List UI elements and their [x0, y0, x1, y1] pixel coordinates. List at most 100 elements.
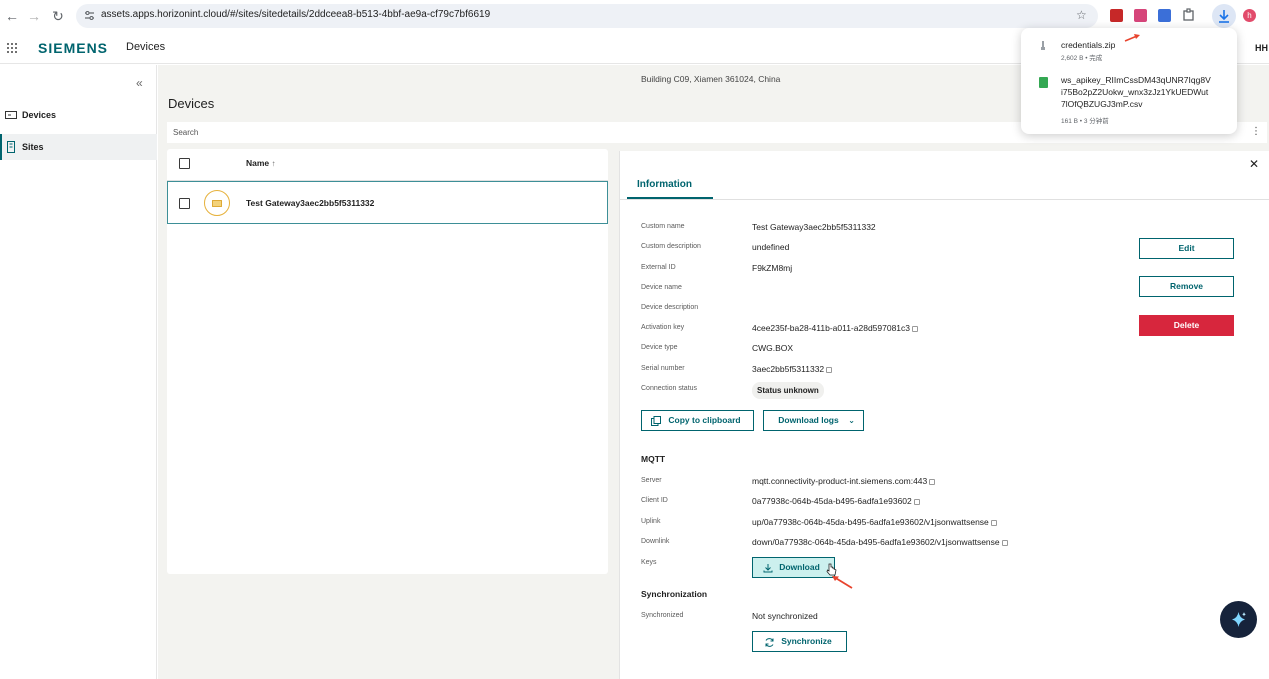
client-id-value: 0a77938c-064b-45da-b495-6adfa1e93602: [752, 496, 920, 506]
external-id-value: F9kZM8mj: [752, 263, 793, 273]
copy-icon[interactable]: [912, 326, 919, 332]
field-label: Device type: [641, 344, 678, 351]
mqtt-server-text: mqtt.connectivity-product-int.siemens.co…: [752, 476, 928, 486]
device-type-value: CWG.BOX: [752, 343, 794, 353]
copy-icon[interactable]: [913, 499, 920, 505]
field-label: Server: [641, 477, 662, 484]
field-label: Keys: [641, 559, 657, 566]
download-keys-button[interactable]: Download: [752, 557, 835, 578]
download-item-name[interactable]: ws_apikey_RIImCssDM43qUNR7Iqg8Vi75Bo2pZ2…: [1061, 74, 1211, 110]
active-indicator: [0, 134, 2, 160]
annotation-arrow-icon: [1124, 33, 1142, 43]
chevron-down-icon: ⌄: [848, 416, 855, 425]
ai-assistant-button[interactable]: [1220, 601, 1257, 638]
serial-number-value: 3aec2bb5f5311332: [752, 364, 833, 374]
sparkle-icon: [1232, 612, 1246, 627]
column-header-name[interactable]: Name ↑: [246, 158, 276, 168]
search-placeholder: Search: [173, 128, 199, 137]
zip-file-icon: [1040, 41, 1046, 51]
synchronize-label: Synchronize: [781, 636, 832, 646]
profile-avatar[interactable]: h: [1243, 9, 1256, 22]
app-title: Devices: [126, 41, 166, 53]
app-launcher-icon[interactable]: [6, 42, 18, 54]
field-label: Activation key: [641, 324, 685, 331]
copy-icon: [651, 416, 661, 426]
field-label: Downlink: [641, 538, 670, 545]
field-label: Synchronized: [641, 612, 684, 619]
field-label: Custom name: [641, 223, 685, 230]
annotation-arrow-icon: [830, 574, 854, 590]
siemens-logo: SIEMENS: [38, 40, 109, 56]
synchronize-button[interactable]: Synchronize: [752, 631, 847, 652]
copy-icon[interactable]: [990, 520, 997, 526]
edit-button[interactable]: Edit: [1139, 238, 1234, 259]
select-all-checkbox[interactable]: [179, 158, 190, 169]
download-item-name[interactable]: credentials.zip: [1061, 39, 1115, 51]
tab-divider: [620, 199, 1269, 200]
forward-icon[interactable]: →: [26, 8, 42, 24]
tab-information[interactable]: Information: [637, 179, 692, 190]
sync-section-title: Synchronization: [641, 589, 708, 599]
device-name[interactable]: Test Gateway3aec2bb5f5311332: [246, 198, 374, 208]
status-badge: Status unknown: [752, 382, 824, 399]
tab-underline: [627, 197, 713, 199]
field-label: Connection status: [641, 385, 698, 392]
table-row[interactable]: [167, 181, 608, 224]
serial-number-text: 3aec2bb5f5311332: [752, 364, 825, 374]
sort-icon[interactable]: ↑: [272, 159, 276, 168]
copy-label: Copy to clipboard: [668, 415, 741, 425]
bookmark-star-icon[interactable]: ☆: [1076, 8, 1087, 22]
collapse-sidebar-icon[interactable]: «: [136, 76, 143, 90]
translate-extension-icon[interactable]: [1158, 9, 1171, 22]
copy-to-clipboard-button[interactable]: Copy to clipboard: [641, 410, 754, 431]
close-icon[interactable]: ✕: [1249, 157, 1259, 171]
field-label: Client ID: [641, 497, 668, 504]
user-initials[interactable]: HH: [1255, 43, 1268, 53]
remove-button[interactable]: Remove: [1139, 276, 1234, 297]
gateway-device-icon: [204, 190, 230, 216]
extension-pink-icon[interactable]: [1134, 9, 1147, 22]
reload-icon[interactable]: ↻: [50, 8, 66, 24]
extension-red-icon[interactable]: [1110, 9, 1123, 22]
downloads-button[interactable]: [1212, 4, 1236, 28]
row-checkbox[interactable]: [179, 198, 190, 209]
activation-key-value: 4cee235f-ba28-411b-a011-a28d597081c3: [752, 323, 919, 333]
device-icon: [5, 111, 17, 119]
mqtt-section-title: MQTT: [641, 454, 666, 464]
download-label: Download: [779, 562, 820, 572]
sync-status-value: Not synchronized: [752, 611, 818, 621]
page-title: Devices: [168, 96, 215, 111]
download-arrow-icon: [1219, 10, 1229, 23]
field-label: Device description: [641, 304, 699, 311]
download-item-meta: 161 B • 3 分钟前: [1061, 118, 1109, 125]
client-id-text: 0a77938c-064b-45da-b495-6adfa1e93602: [752, 496, 912, 506]
downlink-text: down/0a77938c-064b-45da-b495-6adfa1e9360…: [752, 537, 1000, 547]
back-icon[interactable]: ←: [4, 8, 20, 24]
extensions-puzzle-icon[interactable]: [1182, 8, 1196, 22]
sidebar-item-label: Devices: [22, 110, 57, 120]
download-logs-label: Download logs: [778, 415, 839, 425]
custom-name-value: Test Gateway3aec2bb5f5311332: [752, 222, 876, 232]
uplink-value: up/0a77938c-064b-45da-b495-6adfa1e93602/…: [752, 517, 997, 527]
copy-icon[interactable]: [826, 367, 833, 373]
copy-icon[interactable]: [929, 479, 936, 485]
delete-button[interactable]: Delete: [1139, 315, 1234, 336]
building-icon: [7, 141, 15, 153]
copy-icon[interactable]: [1001, 540, 1008, 546]
mqtt-server-value: mqtt.connectivity-product-int.siemens.co…: [752, 476, 936, 486]
sync-icon: [765, 638, 774, 647]
downlink-value: down/0a77938c-064b-45da-b495-6adfa1e9360…: [752, 537, 1008, 547]
url-text[interactable]: assets.apps.horizonint.cloud/#/sites/sit…: [101, 9, 490, 20]
more-options-icon[interactable]: ⋮: [1251, 126, 1261, 137]
download-icon: [763, 564, 773, 573]
column-name-label: Name: [246, 158, 270, 168]
custom-description-value: undefined: [752, 242, 790, 252]
field-label: Custom description: [641, 243, 701, 250]
csv-file-icon: [1039, 77, 1048, 88]
field-label: External ID: [641, 264, 676, 271]
download-logs-button[interactable]: Download logs ⌄: [763, 410, 864, 431]
sidebar-item-devices[interactable]: Devices: [0, 102, 157, 128]
field-label: Device name: [641, 284, 682, 291]
sidebar-item-sites[interactable]: Sites: [0, 134, 157, 160]
site-info-icon[interactable]: [84, 10, 95, 21]
